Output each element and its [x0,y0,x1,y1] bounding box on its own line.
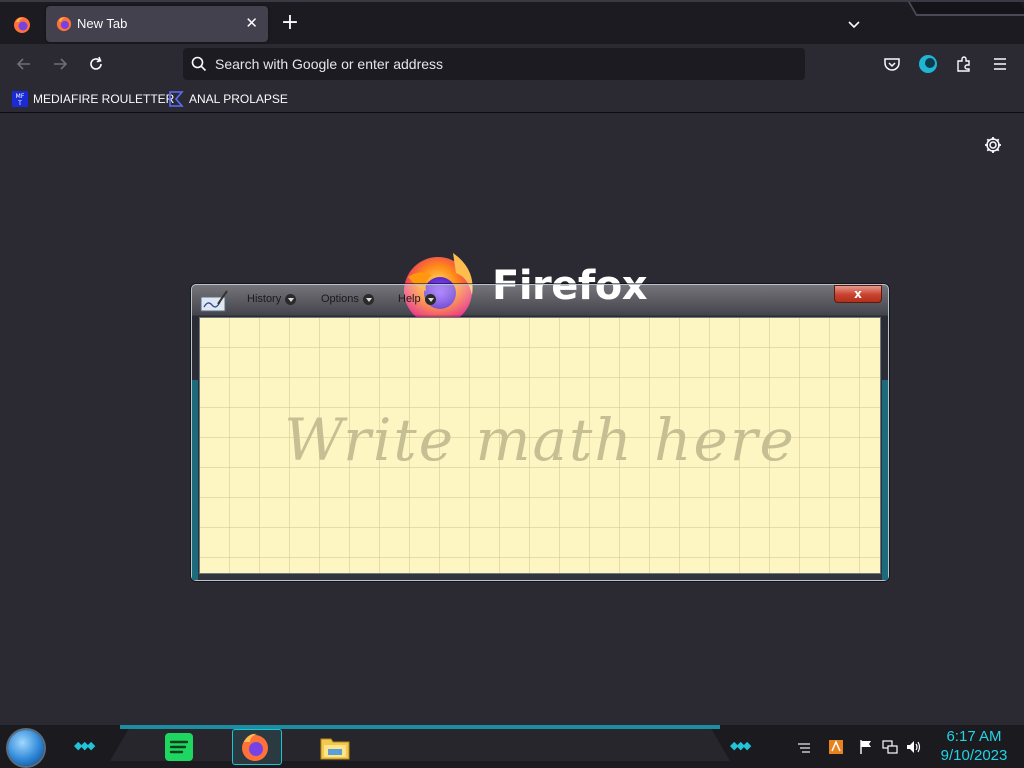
history-menu[interactable]: History [247,293,297,305]
firefox-icon [14,17,30,33]
chevrons-decoration: ◆◆◆ [730,739,751,752]
back-button[interactable] [14,54,34,74]
dropdown-arrow-icon [362,293,374,305]
dropdown-arrow-icon [285,293,297,305]
plus-icon: + [280,10,300,35]
taskbar-accent-strip [120,725,720,729]
system-clock[interactable]: 6:17 AM 9/10/2023 [932,727,1016,765]
show-hidden-icons-icon[interactable] [796,739,812,755]
svg-text:MF: MF [16,93,25,100]
pocket-icon [884,58,900,71]
bookmark-mediafire-rouletter[interactable]: MF T MEDIAFIRE ROULETTER [12,90,174,108]
bookmark-label: MEDIAFIRE ROULETTER [33,92,175,106]
puzzle-piece-icon [957,56,970,72]
start-button[interactable] [8,730,44,766]
writing-area-hint: Write math here [284,406,796,474]
gear-icon [985,137,1001,153]
math-input-panel-window: History Options Help x Write math here [191,284,889,581]
reload-button[interactable] [86,54,106,74]
window-frame-decoration [907,2,1024,16]
close-button[interactable]: x [834,285,882,303]
history-menu-label: History [247,293,282,305]
app-menu-button[interactable] [990,54,1010,74]
taskbar-plate [110,729,730,761]
options-menu-label: Options [321,293,359,305]
arrow-left-icon [16,58,30,70]
math-writing-area[interactable]: Write math here [199,317,881,574]
close-icon: x [854,287,862,301]
bookmarks-toolbar: MF T MEDIAFIRE ROULETTER ANAL PROLAPSE [0,84,1024,113]
firefox-icon[interactable] [238,730,272,764]
close-tab-icon[interactable]: ✕ [245,14,258,32]
help-menu[interactable]: Help [398,293,436,305]
file-explorer-icon[interactable] [318,730,352,764]
bookmark-label: ANAL PROLAPSE [189,92,288,106]
account-avatar-icon [919,55,937,73]
options-menu[interactable]: Options [321,293,374,305]
dropdown-arrow-icon [424,293,436,305]
extensions-button[interactable] [954,54,974,74]
clock-time: 6:17 AM [946,728,1002,745]
tab-new-tab[interactable]: New Tab ✕ [46,6,268,42]
window-edge [192,380,198,580]
account-button[interactable] [918,54,938,74]
address-bar[interactable] [183,48,805,80]
svg-text:T: T [17,100,22,107]
sigma-icon [169,91,184,107]
reload-icon [90,56,102,70]
volume-icon[interactable] [906,739,922,755]
list-all-tabs-button[interactable] [844,14,864,34]
window-edge [882,380,888,580]
chevron-down-icon [848,21,860,29]
mediafire-icon: MF T [12,91,28,107]
app-tray-icon[interactable] [828,739,844,755]
math-input-panel-icon [200,290,228,312]
bookmark-anal-prolapse[interactable]: ANAL PROLAPSE [168,90,288,108]
help-menu-label: Help [398,293,421,305]
tab-bar: New Tab ✕ + [0,0,1024,44]
chevrons-decoration: ◆◆◆ [74,739,95,752]
firefox-icon [56,16,72,36]
taskbar: ◆◆◆ ◆◆◆ 6:17 AM 9/10/2023 [0,725,1024,768]
tab-title: New Tab [77,16,128,31]
customize-new-tab-button[interactable] [983,135,1003,155]
firefox-view-button[interactable] [2,6,42,44]
address-input[interactable] [215,48,775,80]
new-tab-button[interactable]: + [278,12,302,36]
arrow-right-icon [54,58,68,70]
search-icon [191,56,207,76]
clock-date: 9/10/2023 [940,747,1008,764]
hamburger-menu-icon [994,58,1006,70]
pocket-button[interactable] [882,54,902,74]
forward-button[interactable] [50,54,70,74]
flag-icon[interactable] [858,739,874,755]
spotify-icon[interactable] [162,730,196,764]
network-icon[interactable] [882,739,898,755]
